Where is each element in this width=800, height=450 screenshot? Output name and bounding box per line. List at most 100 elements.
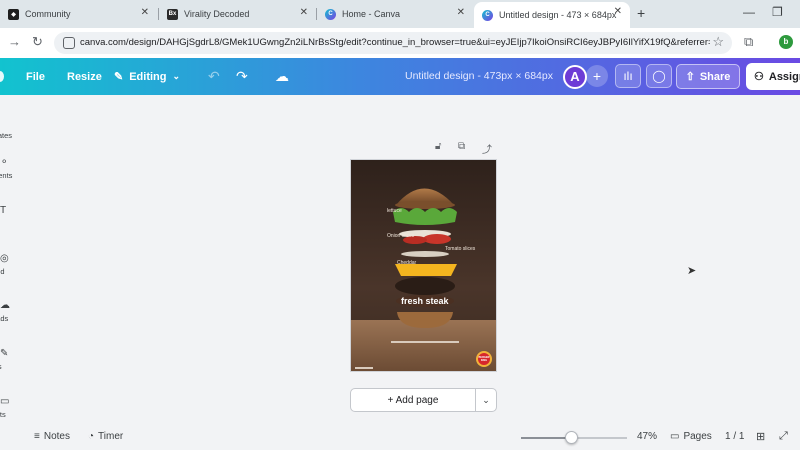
- share-label: Share: [699, 70, 731, 83]
- sidebar-item-label: ments: [0, 171, 13, 180]
- collaborator-avatar[interactable]: A: [563, 65, 587, 89]
- burger-king-logo: BURGER KING: [478, 356, 490, 362]
- browser-tab-untitled-design[interactable]: C Untitled design - 473 × 684px ✕: [474, 2, 630, 28]
- share-button[interactable]: ⇧ Share: [676, 64, 740, 89]
- tab-title: Untitled design - 473 × 684px: [499, 10, 617, 20]
- tab-title: Home - Canva: [342, 9, 401, 19]
- sidebar-item-templates[interactable]: plates: [0, 117, 24, 140]
- sidebar-item-label: oads: [0, 314, 9, 323]
- cloud-saved-icon[interactable]: ☁: [275, 68, 289, 85]
- comment-icon[interactable]: ◯: [646, 64, 672, 88]
- left-sidebar: plates ⚬ ments T xt ◎ and ☁ oads ✎ ols ▭…: [0, 95, 24, 425]
- canva-icon: C: [325, 8, 336, 20]
- timer-label: Timer: [98, 431, 124, 442]
- duplicate-page-icon[interactable]: ⧉: [458, 141, 465, 152]
- browser-tab-strip: ◆ Community ✕ Bx Virality Decoded ✕ C Ho…: [0, 0, 800, 28]
- lock-icon[interactable]: 🔓︎: [435, 141, 441, 152]
- poster-label: Tomato slices: [445, 246, 476, 252]
- forward-icon[interactable]: →: [8, 34, 21, 49]
- mouse-cursor-icon: ➤: [687, 265, 697, 277]
- pencil-icon: ✎: [114, 71, 124, 83]
- poster-label: fresh steak: [401, 296, 449, 306]
- restore-icon[interactable]: ❐: [772, 5, 783, 19]
- sidebar-item-label: xt: [0, 219, 24, 228]
- notes-icon: ≡: [34, 431, 40, 442]
- browser-toolbar: → ↻ canva.com/design/DAHGjSgdrL8/GMek1UG…: [0, 28, 800, 58]
- text-icon: T: [0, 205, 7, 216]
- menu-icon[interactable]: [0, 71, 4, 82]
- notes-label: Notes: [43, 431, 70, 442]
- design-page[interactable]: lettuce Onion slices Tomato slices Chedd…: [350, 159, 497, 372]
- browser-tab-home-canva[interactable]: C Home - Canva ✕: [317, 3, 473, 25]
- mode-label: Editing: [129, 70, 167, 83]
- sidebar-item-label: ols: [0, 362, 24, 371]
- add-page-button[interactable]: + Add page: [350, 388, 476, 412]
- resize-button[interactable]: Resize: [67, 58, 102, 95]
- editing-mode-button[interactable]: ✎ Editing ⌄: [114, 58, 180, 95]
- upload-icon: ⇧: [685, 71, 695, 83]
- sidebar-item-uploads[interactable]: ☁ oads: [0, 300, 24, 323]
- new-tab-button[interactable]: +: [637, 5, 645, 21]
- zoom-slider-fill: [521, 437, 571, 439]
- reload-icon[interactable]: ↻: [32, 34, 43, 50]
- virality-decoded-icon: Bx: [167, 8, 178, 20]
- burger-poster-image: [351, 160, 496, 371]
- browser-tab-virality[interactable]: Bx Virality Decoded ✕: [159, 3, 316, 25]
- tools-icon: ✎: [0, 348, 9, 359]
- grid-view-icon[interactable]: ⊞: [756, 430, 765, 443]
- poster-label: Cheddar: [397, 260, 417, 266]
- chevron-down-icon: ⌄: [172, 71, 181, 81]
- close-icon[interactable]: ✕: [300, 7, 308, 18]
- assign-label: Assign: [768, 70, 800, 83]
- file-menu-button[interactable]: File: [26, 58, 45, 95]
- close-icon[interactable]: ✕: [614, 6, 622, 17]
- uploads-icon: ☁: [0, 300, 10, 311]
- sidebar-item-elements[interactable]: ⚬ ments: [0, 157, 24, 180]
- sidebar-item-brand[interactable]: ◎ and: [0, 253, 24, 276]
- pages-icon: ▭: [670, 431, 680, 442]
- address-bar[interactable]: canva.com/design/DAHGjSgdrL8/GMek1UGwngZ…: [54, 32, 732, 54]
- templates-icon: [0, 117, 24, 131]
- notes-button[interactable]: ≡ Notes: [34, 431, 70, 442]
- profile-avatar[interactable]: b: [779, 35, 793, 49]
- browser-tab-community[interactable]: ◆ Community ✕: [0, 3, 157, 25]
- close-icon[interactable]: ✕: [457, 7, 465, 18]
- sidebar-item-label: and: [0, 267, 5, 276]
- chevron-down-icon[interactable]: ⌄: [475, 388, 497, 412]
- poster-label: Onion slices: [387, 233, 415, 239]
- canva-community-icon: ◆: [8, 8, 19, 20]
- assign-icon: ⚇: [754, 71, 764, 83]
- sidebar-item-tools[interactable]: ✎ ols: [0, 348, 24, 371]
- sidebar-item-label: ects: [0, 410, 6, 419]
- insights-chart-icon[interactable]: ılı: [615, 64, 641, 88]
- assign-button[interactable]: ⚇ Assign: [746, 63, 800, 90]
- page-count: 1 / 1: [725, 431, 745, 442]
- elements-icon: ⚬: [0, 157, 9, 168]
- invite-plus-button[interactable]: +: [586, 65, 608, 87]
- redo-icon[interactable]: ↷: [236, 68, 248, 85]
- extensions-icon[interactable]: ⧉: [744, 34, 753, 50]
- sidebar-item-label: plates: [0, 131, 13, 140]
- minimize-icon[interactable]: —: [743, 5, 755, 19]
- projects-icon: ▭: [0, 396, 10, 407]
- sidebar-item-projects[interactable]: ▭ ects: [0, 396, 24, 419]
- canva-icon: C: [482, 9, 493, 21]
- undo-icon[interactable]: ↶: [208, 68, 220, 85]
- add-page-icon[interactable]: ⤴: [482, 141, 492, 156]
- close-icon[interactable]: ✕: [141, 7, 149, 18]
- address-url[interactable]: canva.com/design/DAHGjSgdrL8/GMek1UGwngZ…: [80, 37, 710, 48]
- pages-button[interactable]: ▭ Pages: [670, 431, 712, 442]
- fullscreen-icon[interactable]: ⤢: [779, 430, 788, 443]
- timer-icon: ◔: [88, 431, 95, 442]
- zoom-level[interactable]: 47%: [637, 431, 657, 442]
- tab-title: Community: [25, 9, 71, 19]
- sidebar-item-text[interactable]: T xt: [0, 205, 24, 228]
- tab-title: Virality Decoded: [184, 9, 250, 19]
- timer-button[interactable]: ◔ Timer: [88, 431, 123, 442]
- design-title[interactable]: Untitled design - 473px × 684px: [405, 58, 553, 95]
- bookmark-star-icon[interactable]: ☆: [712, 34, 724, 50]
- brand-icon: ◎: [0, 253, 9, 264]
- zoom-slider-handle[interactable]: [564, 431, 578, 444]
- site-info-icon[interactable]: [63, 37, 75, 49]
- poster-label: lettuce: [387, 208, 402, 214]
